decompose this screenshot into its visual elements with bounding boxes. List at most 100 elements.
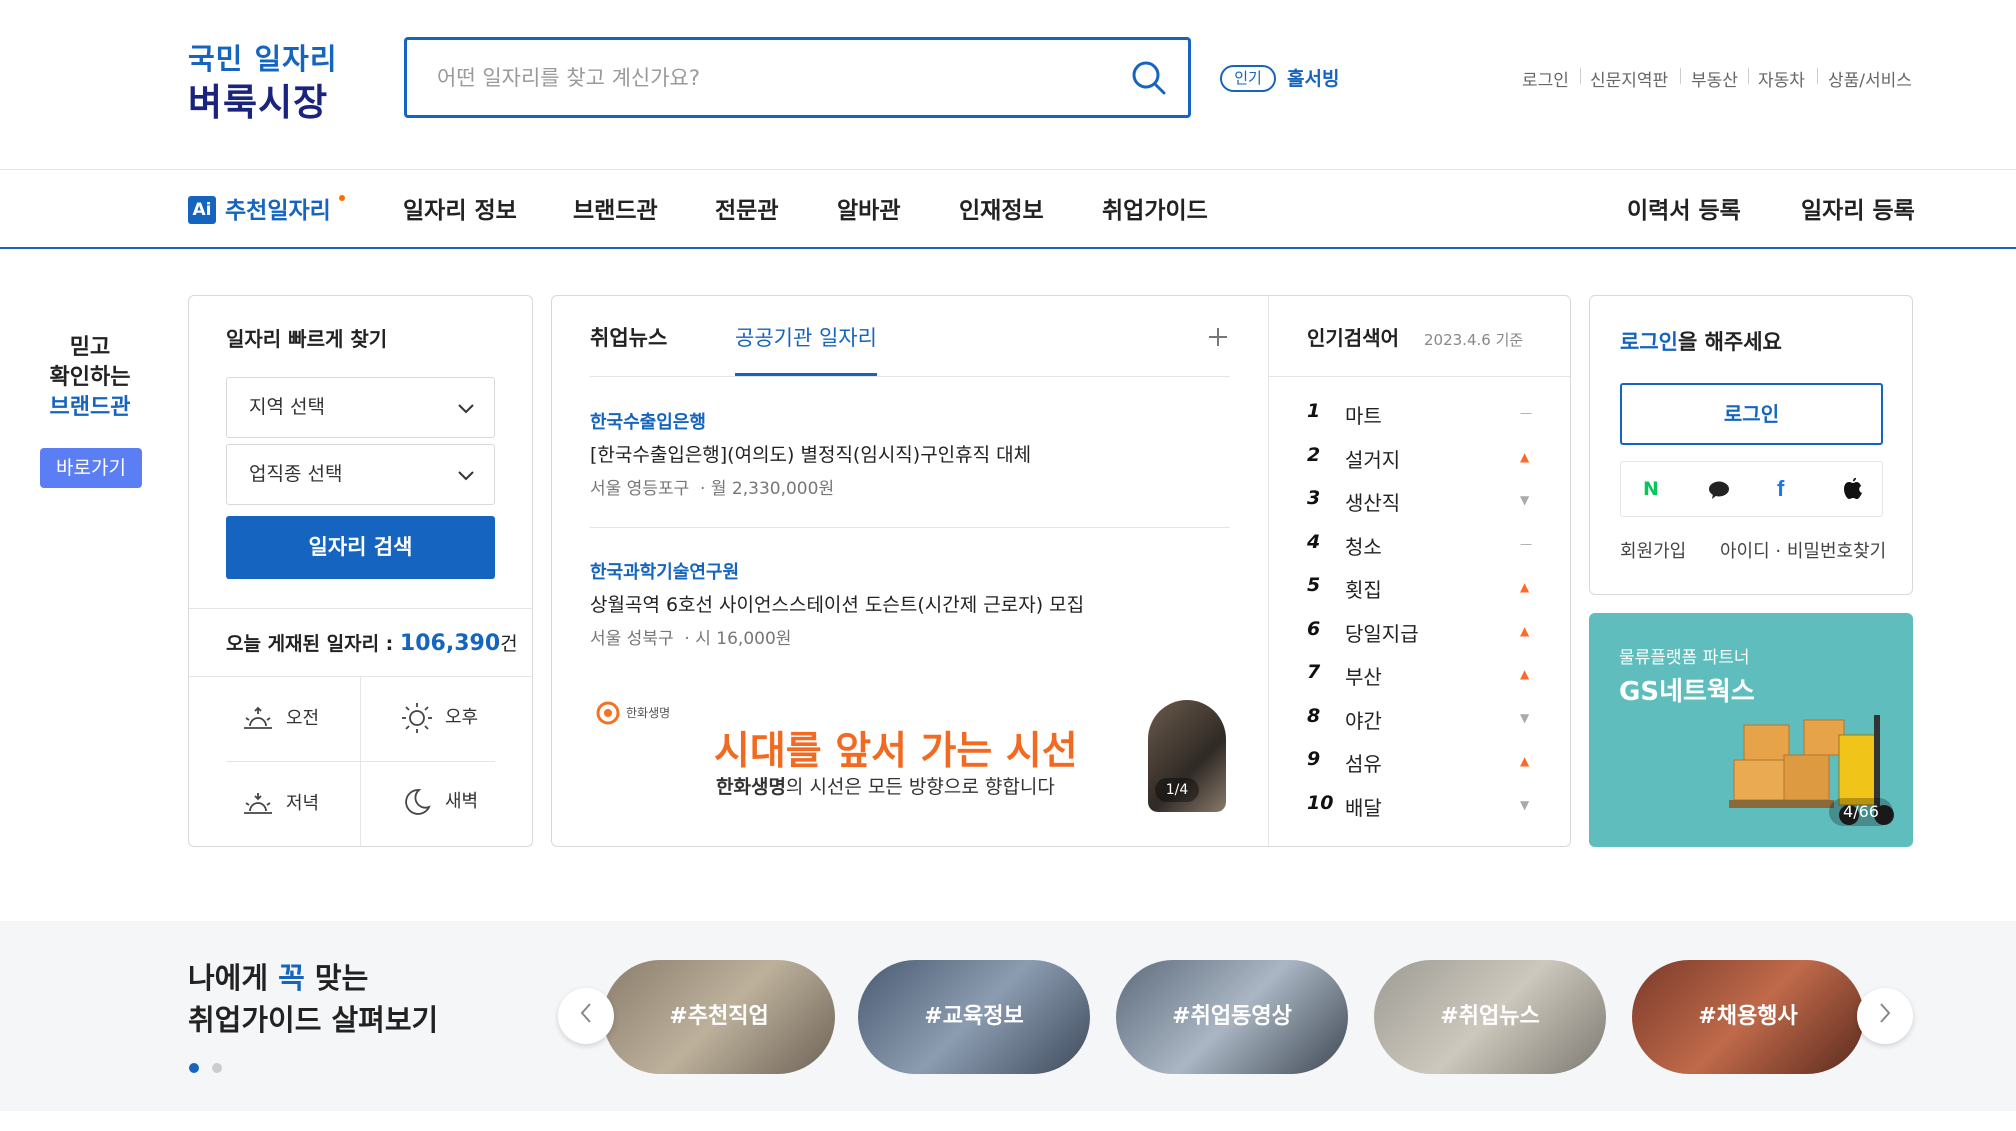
partner-ad-banner[interactable]: 물류플랫폼 파트너 GS네트웍스 4/66 <box>1589 613 1913 847</box>
nav-brand[interactable]: 브랜드관 <box>573 191 658 225</box>
popular-rank-keyword[interactable]: 횟집 <box>1345 574 1382 603</box>
guide-title-line2: 취업가이드 살펴보기 <box>188 1003 439 1037</box>
util-car-link[interactable]: 자동차 <box>1758 66 1805 91</box>
facebook-icon[interactable]: f <box>1777 476 1784 502</box>
guide-pill-recruit-event[interactable]: #채용행사 <box>1632 960 1864 1074</box>
guide-title-line1: 나에게 꼭 맞는 <box>188 955 368 997</box>
popular-rank-number: 9 <box>1307 748 1321 770</box>
trend-up-icon: ▲ <box>1520 624 1530 638</box>
logo-line2[interactable]: 벼룩시장 <box>188 72 328 126</box>
job-category-select[interactable]: 업직종 선택 <box>226 444 495 505</box>
news-item-title[interactable]: [한국수출입은행](여의도) 별정직(임시직)구인휴직 대체 <box>590 440 1031 467</box>
popular-rank-keyword[interactable]: 부산 <box>1345 661 1382 690</box>
news-item-title[interactable]: 상월곡역 6호선 사이언스스테이션 도슨트(시간제 근로자) 모집 <box>590 590 1084 617</box>
brand-go-button[interactable]: 바로가기 <box>40 448 142 488</box>
trend-down-icon: ▼ <box>1520 798 1530 812</box>
nav-register-resume[interactable]: 이력서 등록 <box>1627 191 1741 225</box>
news-item-location: 서울 영등포구 <box>590 479 690 499</box>
popular-keyword-link[interactable]: 홀서빙 <box>1287 64 1339 91</box>
time-morning-button[interactable]: 오전 <box>242 704 319 732</box>
nav-recommended-jobs[interactable]: 추천일자리 <box>225 191 331 225</box>
plus-more-icon[interactable] <box>1208 327 1228 347</box>
guide-pill-recommended-job[interactable]: #추천직업 <box>603 960 835 1074</box>
login-button[interactable]: 로그인 <box>1620 383 1883 445</box>
guide-pill-job-video[interactable]: #취업동영상 <box>1116 960 1348 1074</box>
popular-rank-number: 1 <box>1307 400 1321 422</box>
nav-job-guide[interactable]: 취업가이드 <box>1102 191 1208 225</box>
trend-same-icon: — <box>1520 537 1532 551</box>
popular-rank-number: 6 <box>1307 618 1321 640</box>
nav-talent-info[interactable]: 인재정보 <box>959 191 1044 225</box>
trend-up-icon: ▲ <box>1520 754 1530 768</box>
nav-parttime[interactable]: 알바관 <box>837 191 900 225</box>
util-separator <box>1580 68 1581 84</box>
partner-ad-counter: 4/66 <box>1829 798 1893 826</box>
popular-rank-keyword[interactable]: 야간 <box>1345 705 1382 734</box>
time-afternoon-button[interactable]: 오후 <box>401 702 478 734</box>
popular-rank-keyword[interactable]: 생산직 <box>1345 487 1400 516</box>
tab-employment-news[interactable]: 취업뉴스 <box>590 322 667 352</box>
hanwha-logo-icon <box>596 701 620 725</box>
today-jobs-label: 오늘 게재된 일자리 : <box>226 633 394 655</box>
divider <box>1269 376 1570 377</box>
guide-pill-education[interactable]: #교육정보 <box>858 960 1090 1074</box>
popular-rank-keyword[interactable]: 청소 <box>1345 531 1382 560</box>
ai-badge: Ai <box>188 196 216 224</box>
hanwha-ad-banner[interactable]: 한화생명 시대를 앞서 가는 시선 한화생명의 시선은 모든 방향으로 향합니다… <box>590 690 1230 815</box>
popular-rank-number: 5 <box>1307 574 1321 596</box>
divider <box>590 376 1230 377</box>
util-separator <box>1817 68 1818 84</box>
search-input[interactable] <box>437 60 1077 96</box>
job-search-button[interactable]: 일자리 검색 <box>226 516 495 579</box>
news-item-location: 서울 성북구 <box>590 629 674 649</box>
popular-rank-keyword[interactable]: 섬유 <box>1345 748 1382 777</box>
carousel-prev-button[interactable] <box>558 988 614 1044</box>
chevron-down-icon <box>458 404 474 414</box>
news-item-pay: 월 2,330,000원 <box>710 479 835 499</box>
carousel-next-button[interactable] <box>1857 988 1913 1044</box>
moon-icon <box>405 789 431 815</box>
popular-rank-keyword[interactable]: 당일지급 <box>1345 618 1419 647</box>
nav-job-info[interactable]: 일자리 정보 <box>403 191 517 225</box>
popular-rank-keyword[interactable]: 배달 <box>1345 792 1382 821</box>
popular-date: 2023.4.6 기준 <box>1424 331 1524 349</box>
region-select[interactable]: 지역 선택 <box>226 377 495 438</box>
quick-search-card: 일자리 빠르게 찾기 지역 선택 업직종 선택 일자리 검색 오늘 게재된 일자… <box>188 295 533 847</box>
news-item-company[interactable]: 한국수출입은행 <box>590 408 706 434</box>
chevron-right-icon <box>1880 1003 1891 1023</box>
util-realestate-link[interactable]: 부동산 <box>1691 66 1738 91</box>
trend-down-icon: ▼ <box>1520 493 1530 507</box>
today-jobs: 오늘 게재된 일자리 : 106,390건 <box>226 629 518 656</box>
popular-rank-number: 10 <box>1307 792 1334 814</box>
job-category-select-label: 업직종 선택 <box>249 463 343 485</box>
popular-rank-number: 8 <box>1307 705 1321 727</box>
ad-subtext-bold: 한화생명 <box>716 776 786 798</box>
apple-icon[interactable] <box>1843 477 1863 501</box>
carousel-dot-active[interactable] <box>189 1063 199 1073</box>
guide-pill-job-news[interactable]: #취업뉴스 <box>1374 960 1606 1074</box>
trend-up-icon: ▲ <box>1520 450 1530 464</box>
find-id-password-link[interactable]: 아이디 · 비밀번호찾기 <box>1720 537 1886 563</box>
popular-rank-keyword[interactable]: 마트 <box>1345 400 1382 429</box>
tab-public-jobs[interactable]: 공공기관 일자리 <box>735 322 877 352</box>
time-evening-button[interactable]: 저녁 <box>242 789 319 817</box>
trend-same-icon: — <box>1520 406 1532 420</box>
carousel-dot[interactable] <box>212 1063 222 1073</box>
util-login-link[interactable]: 로그인 <box>1522 66 1569 91</box>
news-item-company[interactable]: 한국과학기술연구원 <box>590 558 739 584</box>
popular-rank-keyword[interactable]: 설거지 <box>1345 444 1400 473</box>
util-separator <box>1748 68 1749 84</box>
util-products-link[interactable]: 상품/서비스 <box>1828 66 1912 91</box>
sunrise-icon <box>244 706 272 729</box>
kakao-icon[interactable] <box>1708 480 1730 500</box>
join-link[interactable]: 회원가입 <box>1620 537 1686 563</box>
time-dawn-button[interactable]: 새벽 <box>401 787 478 817</box>
naver-icon[interactable]: N <box>1643 478 1659 500</box>
nav-register-job[interactable]: 일자리 등록 <box>1801 191 1915 225</box>
search-icon[interactable] <box>1129 58 1169 98</box>
util-separator <box>1680 68 1681 84</box>
side-brand-line1: 믿고 <box>69 335 111 360</box>
util-newspaper-link[interactable]: 신문지역판 <box>1590 66 1668 91</box>
nav-professional[interactable]: 전문관 <box>715 191 778 225</box>
time-dawn-label: 새벽 <box>445 791 479 812</box>
